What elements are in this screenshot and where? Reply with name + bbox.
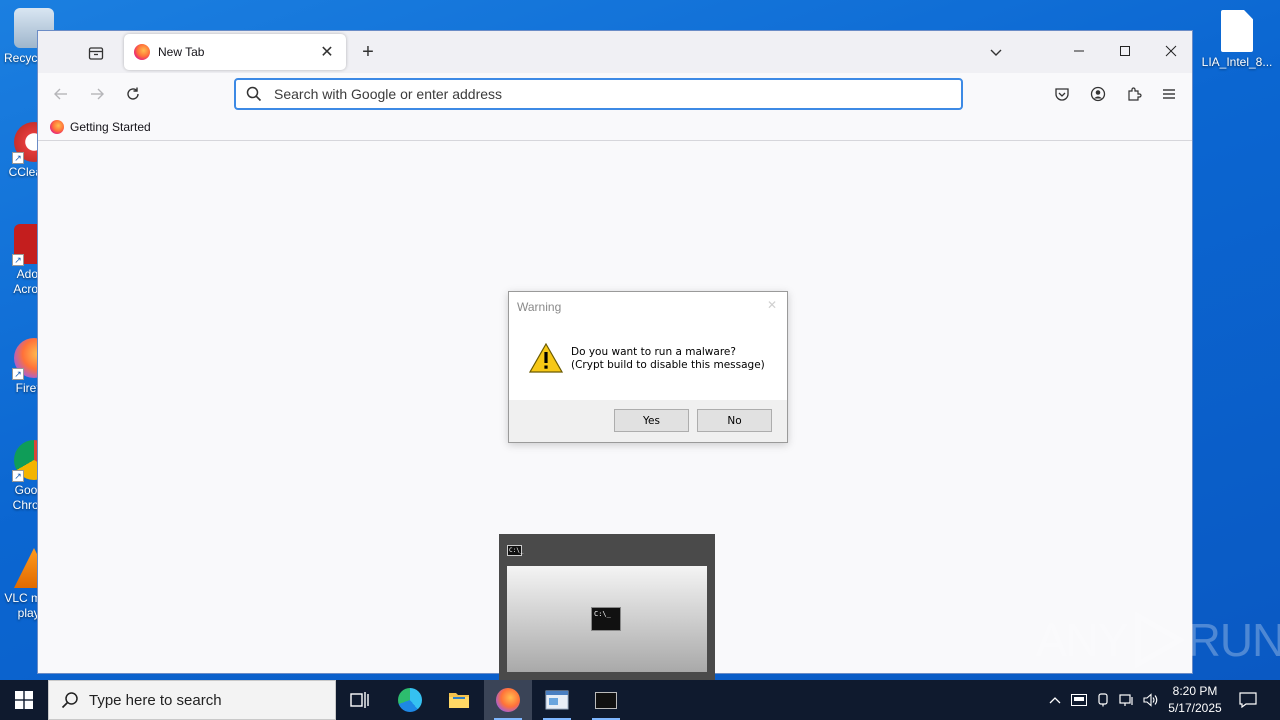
notifications-button[interactable] <box>1234 680 1262 720</box>
extensions-button[interactable] <box>1121 81 1147 107</box>
taskbar-app-window[interactable] <box>533 680 581 720</box>
close-window-button[interactable] <box>1148 31 1194 71</box>
firefox-view-button[interactable] <box>82 41 110 65</box>
taskbar-command-prompt[interactable] <box>582 680 630 720</box>
shortcut-arrow-icon: ↗ <box>12 254 24 266</box>
reload-icon <box>127 87 139 100</box>
firefox-favicon-icon <box>50 119 64 134</box>
dialog-body: Do you want to run a malware? (Crypt bui… <box>529 343 765 373</box>
menu-button[interactable] <box>1156 81 1182 107</box>
forward-button[interactable] <box>84 81 110 107</box>
taskbar: Type here to search 8:20 PM 5/17/2025 <box>0 680 1280 720</box>
task-view-button[interactable] <box>336 680 384 720</box>
command-prompt-thumbnail-icon: C:\_ <box>591 607 621 631</box>
list-all-tabs-button[interactable] <box>984 41 1008 65</box>
shortcut-arrow-icon: ↗ <box>12 368 24 380</box>
navigation-toolbar <box>38 73 1192 113</box>
close-tab-icon[interactable]: ✕ <box>318 43 336 61</box>
desktop-icon-label: LIA_Intel_8... <box>1201 55 1273 69</box>
dialog-footer: Yes No <box>509 400 787 442</box>
pocket-icon <box>1055 88 1069 101</box>
new-tab-button[interactable]: + <box>356 41 380 65</box>
puzzle-icon <box>1128 87 1142 101</box>
minimize-button[interactable] <box>1056 31 1102 71</box>
shortcut-arrow-icon: ↗ <box>12 152 24 164</box>
windows-logo-icon <box>15 691 33 709</box>
maximize-button[interactable] <box>1102 31 1148 71</box>
edge-icon <box>398 688 422 712</box>
hamburger-menu-icon <box>1163 89 1175 99</box>
no-button[interactable]: No <box>697 409 772 432</box>
reload-button[interactable] <box>120 81 146 107</box>
task-view-icon <box>350 692 369 708</box>
taskbar-search-box[interactable]: Type here to search <box>48 680 336 720</box>
file-icon <box>1221 10 1253 52</box>
firefox-favicon-icon <box>134 44 150 60</box>
shortcut-arrow-icon: ↗ <box>12 470 24 482</box>
dialog-close-icon[interactable]: ✕ <box>767 298 777 312</box>
tray-volume-icon[interactable] <box>1140 680 1162 720</box>
tray-keyboard-icon[interactable] <box>1068 680 1090 720</box>
tray-network-icon[interactable] <box>1116 680 1138 720</box>
firefox-view-icon <box>88 47 104 60</box>
tab-bar: New Tab ✕ + <box>38 31 1192 73</box>
watermark-text-left: ANY <box>1036 614 1129 666</box>
taskbar-clock[interactable]: 8:20 PM 5/17/2025 <box>1160 683 1230 717</box>
play-icon <box>1135 612 1184 668</box>
clock-date: 5/17/2025 <box>1168 701 1222 715</box>
notification-icon <box>1239 692 1257 708</box>
dialog-message-line2: (Crypt build to disable this message) <box>571 359 765 371</box>
folder-icon <box>449 693 469 708</box>
network-icon <box>1119 694 1133 706</box>
back-button[interactable] <box>48 81 74 107</box>
account-button[interactable] <box>1085 81 1111 107</box>
command-prompt-icon <box>595 691 617 709</box>
tab-new-tab[interactable]: New Tab ✕ <box>124 34 346 70</box>
url-bar[interactable] <box>234 78 963 110</box>
chevron-down-icon <box>990 49 1002 56</box>
command-prompt-icon: C:\_ <box>507 545 524 556</box>
address-input[interactable] <box>274 86 961 102</box>
dialog-message-line1: Do you want to run a malware? <box>571 346 736 358</box>
chevron-up-icon <box>1049 697 1061 704</box>
bookmark-getting-started[interactable]: Getting Started <box>50 119 151 134</box>
taskbar-file-explorer[interactable] <box>435 680 483 720</box>
tray-device-icon[interactable] <box>1092 680 1114 720</box>
dialog-title: Warning <box>517 300 562 314</box>
start-button[interactable] <box>0 680 48 720</box>
arrow-right-icon <box>91 88 104 100</box>
yes-button[interactable]: Yes <box>614 409 689 432</box>
maximize-icon <box>1120 46 1130 56</box>
speaker-icon <box>1143 693 1158 707</box>
application-window-icon <box>545 690 569 710</box>
tab-title: New Tab <box>158 45 205 59</box>
watermark-logo: ANY RUN <box>1036 612 1280 668</box>
preview-thumbnail: C:\_ <box>507 566 707 672</box>
minimize-icon <box>1074 50 1084 52</box>
device-icon <box>1098 693 1108 707</box>
clock-time: 8:20 PM <box>1172 684 1218 698</box>
dialog-message: Do you want to run a malware? (Crypt bui… <box>571 346 765 372</box>
pocket-button[interactable] <box>1049 81 1075 107</box>
warning-dialog: Warning ✕ Do you want to run a malware? … <box>508 291 788 443</box>
firefox-icon <box>496 688 520 712</box>
taskbar-thumbnail-preview[interactable]: C:\_ C:\_ <box>499 534 715 680</box>
taskbar-edge[interactable] <box>386 680 434 720</box>
arrow-left-icon <box>54 88 67 100</box>
bookmark-label: Getting Started <box>70 119 151 134</box>
account-icon <box>1090 86 1106 102</box>
taskbar-firefox[interactable] <box>484 680 532 720</box>
show-hidden-icons-button[interactable] <box>1044 680 1066 720</box>
desktop-icon-lia-intel[interactable]: LIA_Intel_8... <box>1200 10 1274 70</box>
search-icon <box>61 692 78 709</box>
warning-icon <box>529 343 563 373</box>
taskbar-search-placeholder: Type here to search <box>89 691 222 709</box>
keyboard-icon <box>1071 694 1087 706</box>
bookmarks-toolbar: Getting Started <box>38 113 1192 141</box>
close-icon <box>1165 45 1177 57</box>
watermark-text-right: RUN <box>1187 614 1280 666</box>
search-icon <box>246 86 262 102</box>
